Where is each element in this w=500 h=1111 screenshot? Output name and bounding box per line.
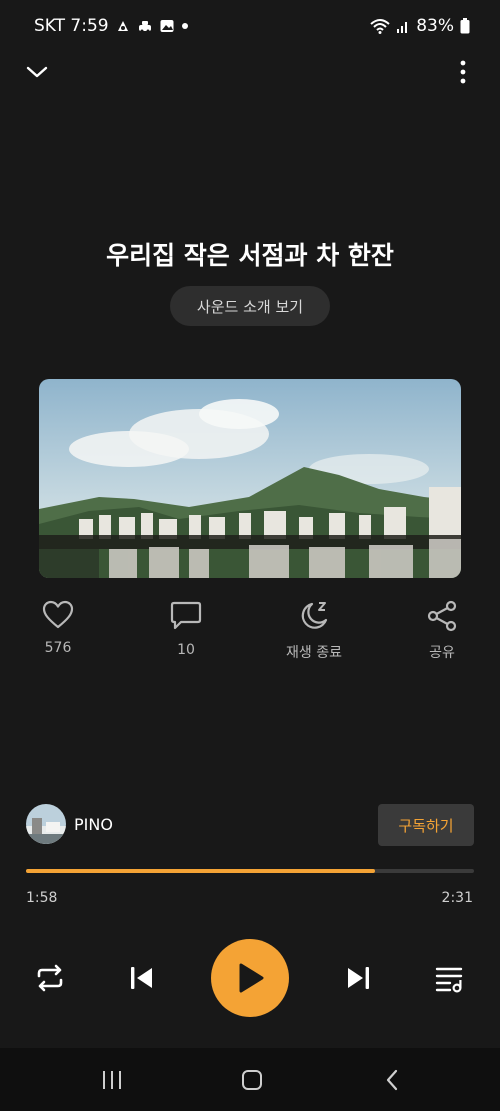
share-button[interactable]: 공유 — [397, 600, 487, 662]
play-icon — [239, 963, 264, 993]
battery-icon — [460, 18, 470, 34]
share-label: 공유 — [429, 645, 455, 661]
system-nav-bar — [0, 1048, 500, 1111]
recents-button[interactable] — [97, 1066, 127, 1094]
artist-avatar — [26, 804, 66, 844]
sound-intro-button[interactable]: 사운드 소개 보기 — [170, 286, 330, 326]
comment-icon — [170, 601, 202, 630]
sleep-timer-button[interactable]: 재생 종료 — [269, 600, 359, 662]
home-icon — [242, 1070, 262, 1090]
battery-text: 83% — [416, 16, 454, 36]
aliexpress-icon — [117, 21, 128, 31]
chevron-down-icon — [26, 66, 48, 78]
signal-icon — [397, 22, 408, 33]
status-left: SKT 7:59 — [34, 16, 189, 36]
artist-row[interactable]: PINO — [26, 804, 113, 844]
like-button[interactable]: 576 — [13, 600, 103, 656]
next-icon — [348, 967, 369, 989]
previous-icon — [131, 967, 152, 989]
collapse-button[interactable] — [21, 56, 53, 88]
artist-name: PINO — [74, 814, 113, 834]
track-title: 우리집 작은 서점과 차 한잔 — [106, 241, 394, 270]
back-button[interactable] — [377, 1066, 407, 1094]
playlist-button[interactable] — [432, 960, 468, 996]
more-button[interactable] — [447, 56, 479, 88]
comment-button[interactable]: 10 — [141, 600, 231, 658]
repeat-icon — [37, 964, 63, 992]
dot-icon — [181, 23, 188, 29]
more-vertical-icon — [460, 60, 466, 84]
sleep-timer-label: 재생 종료 — [286, 645, 342, 661]
elapsed-time: 1:58 — [26, 890, 58, 906]
gallery-icon — [160, 20, 174, 32]
status-bar: SKT 7:59 83% — [0, 0, 500, 52]
subscribe-button[interactable]: 구독하기 — [378, 804, 474, 846]
recents-icon — [103, 1071, 121, 1089]
progress-bar[interactable] — [26, 869, 474, 873]
home-button[interactable] — [237, 1066, 267, 1094]
cover-image — [39, 379, 461, 578]
sleep-timer-icon — [301, 602, 328, 629]
status-right: 83% — [370, 16, 470, 36]
share-icon — [427, 600, 457, 632]
carrier-time: SKT 7:59 — [34, 16, 109, 36]
player-controls — [0, 938, 500, 1018]
comment-count: 10 — [177, 642, 195, 658]
back-icon — [386, 1069, 398, 1091]
playlist-icon — [435, 967, 463, 993]
play-button[interactable] — [211, 939, 289, 1017]
total-time: 2:31 — [441, 890, 473, 906]
like-count: 576 — [44, 640, 72, 656]
action-row: 576 10 재생 종료 공유 — [0, 600, 500, 670]
taxi-icon — [138, 21, 151, 33]
progress-fill — [26, 869, 376, 873]
next-button[interactable] — [342, 962, 376, 994]
heart-icon — [42, 600, 74, 629]
repeat-button[interactable] — [31, 960, 69, 996]
wifi-icon — [370, 19, 390, 34]
previous-button[interactable] — [124, 962, 158, 994]
